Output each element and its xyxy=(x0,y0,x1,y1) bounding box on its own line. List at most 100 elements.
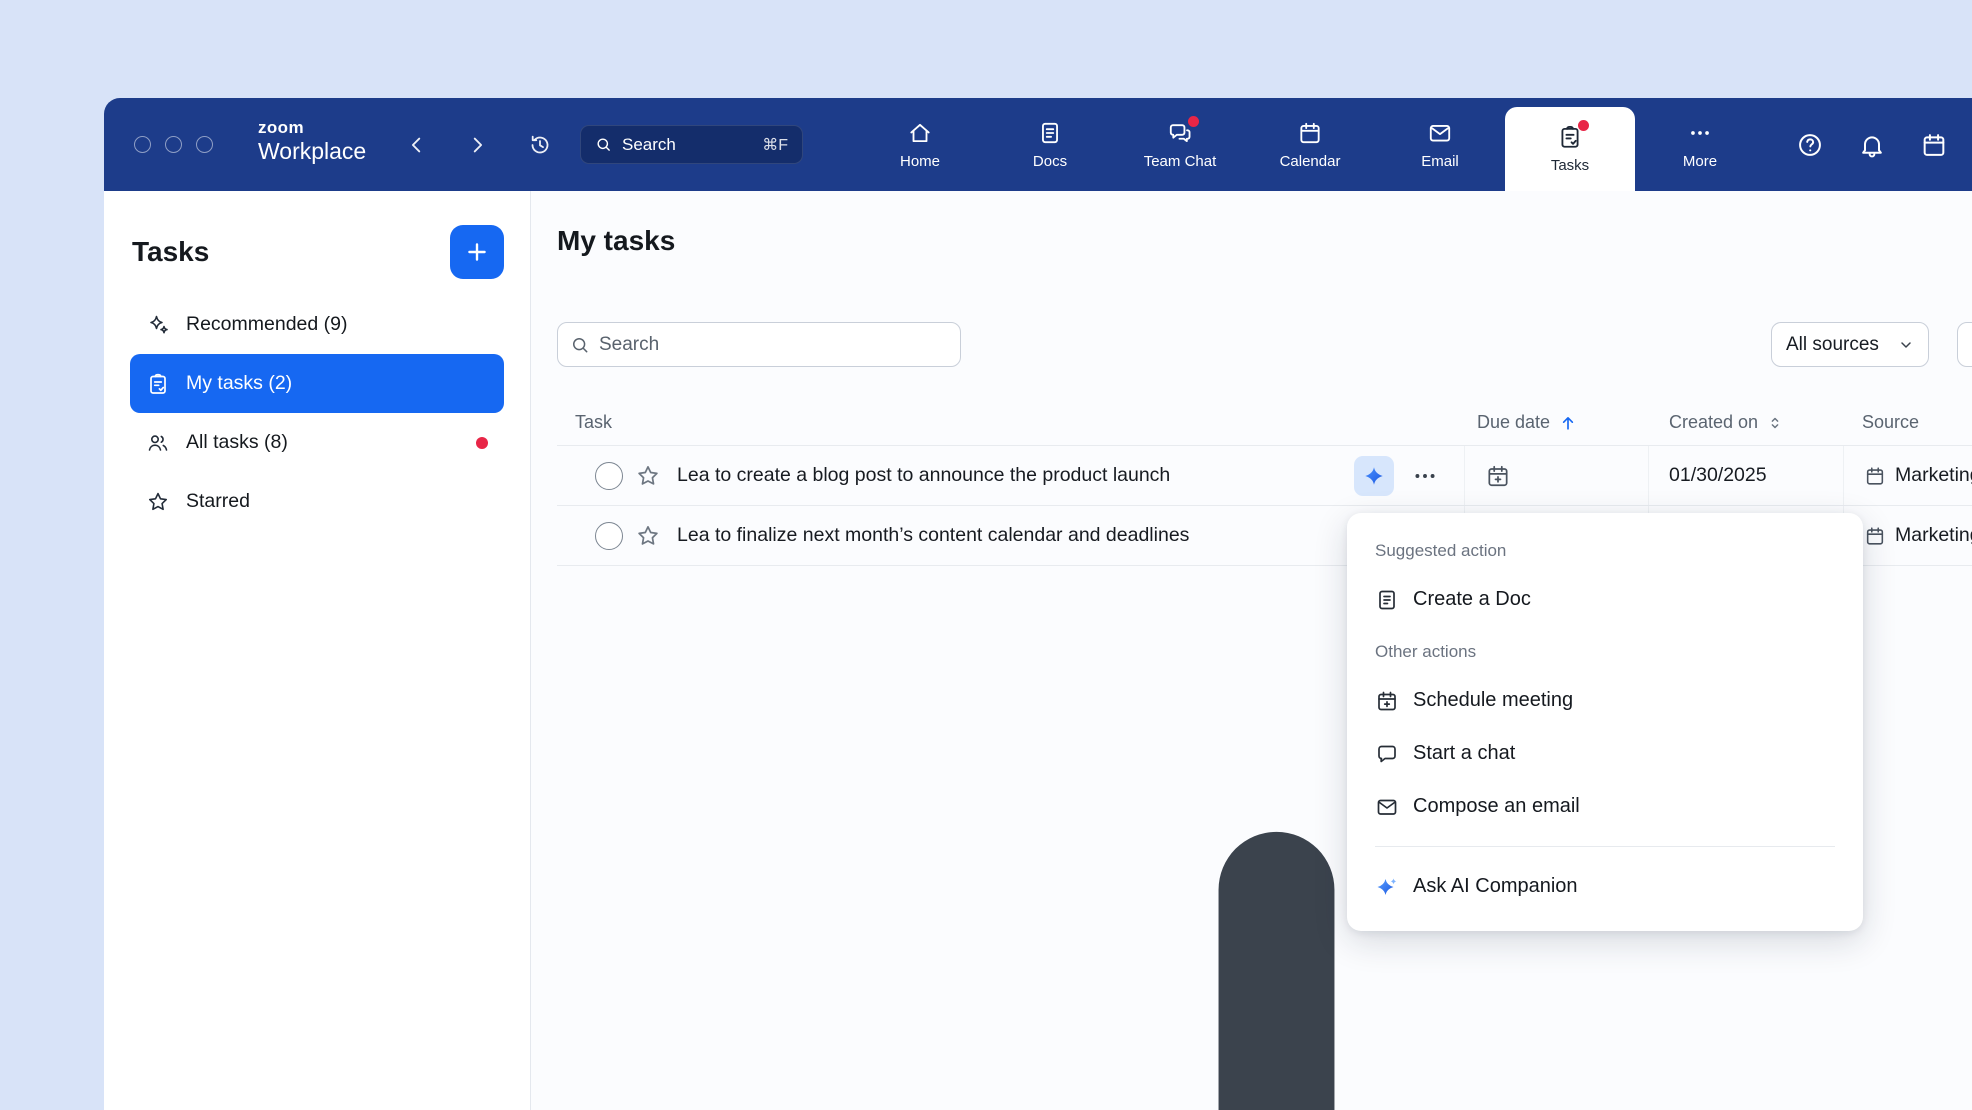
top-bar: zoom Workplace Search ⌘F xyxy=(104,98,1972,191)
nav-email[interactable]: Email xyxy=(1375,98,1505,191)
sidebar-item-recommended[interactable]: Recommended (9) xyxy=(130,295,504,354)
menu-item-label: Ask AI Companion xyxy=(1413,875,1578,898)
tasks-sidebar: Tasks Recommended (9) My tasks (2) xyxy=(104,191,531,1110)
window-close-button[interactable] xyxy=(134,136,151,153)
sidebar-item-label: Starred xyxy=(186,490,250,513)
forward-button[interactable] xyxy=(466,134,488,156)
row-more-button[interactable] xyxy=(1408,459,1442,493)
envelope-icon xyxy=(1375,795,1399,819)
nav-home[interactable]: Home xyxy=(855,98,985,191)
menu-item-compose-email[interactable]: Compose an email xyxy=(1347,780,1863,833)
search-icon xyxy=(595,136,612,153)
nav-calendar[interactable]: Calendar xyxy=(1245,98,1375,191)
task-checkbox[interactable] xyxy=(595,462,623,490)
all-sources-dropdown[interactable]: All sources xyxy=(1771,322,1929,367)
sidebar-item-my-tasks[interactable]: My tasks (2) xyxy=(130,354,504,413)
calendar-add-icon[interactable] xyxy=(1485,463,1511,489)
source-calendar-icon xyxy=(1864,525,1886,547)
search-shortcut-hint: ⌘F xyxy=(762,135,788,155)
column-created-on[interactable]: Created on xyxy=(1669,412,1758,433)
top-nav: Home Docs Team Chat Calendar xyxy=(855,98,1765,191)
team-chat-icon xyxy=(1167,120,1193,146)
schedule-calendar-icon[interactable] xyxy=(1920,131,1948,159)
tasks-badge xyxy=(1578,120,1589,131)
logo-zoom-text: zoom xyxy=(258,119,366,136)
window-controls xyxy=(134,98,213,191)
chevron-down-icon xyxy=(1898,337,1914,353)
menu-item-ask-ai-companion[interactable]: Ask AI Companion xyxy=(1347,860,1863,913)
sparkles-icon xyxy=(146,313,170,337)
tasks-search-input[interactable] xyxy=(599,334,948,356)
app-window: zoom Workplace Search ⌘F xyxy=(104,98,1972,1110)
people-icon xyxy=(146,431,170,455)
sidebar-title: Tasks xyxy=(132,236,209,268)
add-task-button[interactable] xyxy=(450,225,504,279)
tasks-search[interactable] xyxy=(557,322,961,367)
chat-bubble-icon xyxy=(1375,742,1399,766)
menu-item-schedule-meeting[interactable]: Schedule meeting xyxy=(1347,674,1863,727)
sidebar-item-starred[interactable]: Starred xyxy=(130,472,504,531)
zoom-workplace-logo: zoom Workplace xyxy=(258,119,366,166)
global-search-placeholder: Search xyxy=(622,135,676,155)
nav-team-chat[interactable]: Team Chat xyxy=(1115,98,1245,191)
sort-both-icon[interactable] xyxy=(1766,414,1784,432)
menu-item-label: Compose an email xyxy=(1413,795,1580,818)
tasks-icon xyxy=(1557,124,1583,150)
task-title[interactable]: Lea to finalize next month’s content cal… xyxy=(677,524,1189,547)
all-tasks-badge xyxy=(476,437,488,449)
source-calendar-icon xyxy=(1864,465,1886,487)
menu-item-label: Schedule meeting xyxy=(1413,689,1573,712)
nav-more[interactable]: More xyxy=(1635,98,1765,191)
global-search-bar[interactable]: Search ⌘F xyxy=(580,125,803,164)
menu-item-create-doc[interactable]: Create a Doc xyxy=(1347,573,1863,626)
table-header: Task Due date Created on Source xyxy=(557,400,1972,446)
calendar-plus-icon xyxy=(1375,689,1399,713)
back-button[interactable] xyxy=(406,134,428,156)
ai-companion-sparkle-icon xyxy=(1375,875,1399,899)
star-icon xyxy=(146,490,170,514)
calendar-icon xyxy=(1297,120,1323,146)
team-chat-badge xyxy=(1188,116,1199,127)
source-value: Marketing xyxy=(1895,524,1972,547)
sort-ascending-icon[interactable] xyxy=(1558,413,1578,433)
my-tasks-panel: My tasks All sources Task Due date xyxy=(531,191,1972,1110)
filter-button-partial[interactable] xyxy=(1957,322,1972,367)
nav-tasks[interactable]: Tasks xyxy=(1505,107,1635,191)
home-icon xyxy=(907,120,933,146)
column-due-date[interactable]: Due date xyxy=(1477,412,1550,433)
star-icon[interactable] xyxy=(635,523,661,549)
ai-actions-menu: Suggested action Create a Doc Other acti… xyxy=(1347,513,1863,931)
ai-sparkle-icon xyxy=(1363,465,1385,487)
ai-companion-button[interactable] xyxy=(1354,456,1394,496)
task-title[interactable]: Lea to create a blog post to announce th… xyxy=(677,464,1170,487)
nav-docs[interactable]: Docs xyxy=(985,98,1115,191)
doc-icon xyxy=(1375,588,1399,612)
window-minimize-button[interactable] xyxy=(165,136,182,153)
sidebar-item-all-tasks[interactable]: All tasks (8) xyxy=(130,413,504,472)
docs-icon xyxy=(1037,120,1063,146)
star-icon[interactable] xyxy=(635,463,661,489)
page-title: My tasks xyxy=(557,225,675,257)
more-icon xyxy=(1687,120,1713,146)
notifications-bell-icon[interactable] xyxy=(1858,131,1886,159)
suggested-action-label: Suggested action xyxy=(1347,535,1863,573)
sidebar-item-label: My tasks (2) xyxy=(186,372,292,395)
task-checkbox[interactable] xyxy=(595,522,623,550)
email-icon xyxy=(1427,120,1453,146)
menu-item-label: Start a chat xyxy=(1413,742,1515,765)
help-icon[interactable] xyxy=(1796,131,1824,159)
column-source[interactable]: Source xyxy=(1862,412,1919,433)
other-actions-label: Other actions xyxy=(1347,636,1863,674)
my-tasks-icon xyxy=(146,372,170,396)
column-task[interactable]: Task xyxy=(575,412,612,433)
window-zoom-button[interactable] xyxy=(196,136,213,153)
logo-workplace-text: Workplace xyxy=(258,138,366,166)
menu-divider xyxy=(1375,846,1835,847)
all-sources-label: All sources xyxy=(1786,334,1879,356)
history-icon[interactable] xyxy=(528,133,552,157)
search-icon xyxy=(570,335,590,355)
sidebar-item-label: All tasks (8) xyxy=(186,431,288,454)
menu-item-start-chat[interactable]: Start a chat xyxy=(1347,727,1863,780)
menu-item-label: Create a Doc xyxy=(1413,588,1531,611)
created-on-value: 01/30/2025 xyxy=(1669,464,1767,487)
